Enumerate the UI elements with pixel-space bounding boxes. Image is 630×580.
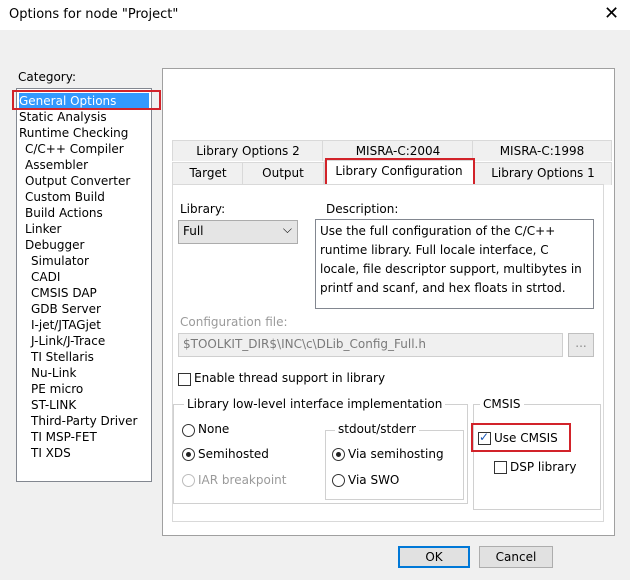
chevron-down-icon: ⌵ — [282, 222, 292, 236]
category-item-assembler[interactable]: Assembler — [25, 157, 88, 173]
category-item-third-party-driver[interactable]: Third-Party Driver — [31, 413, 137, 429]
config-file-label: Configuration file: — [180, 315, 288, 329]
category-item-cadi[interactable]: CADI — [31, 269, 60, 285]
library-label: Library: — [180, 202, 226, 216]
cmsis-legend: CMSIS — [480, 397, 524, 411]
highlight-use-cmsis — [471, 423, 571, 452]
ok-button[interactable]: OK — [398, 546, 470, 568]
category-item-i-jet[interactable]: I-jet/JTAGjet — [31, 317, 101, 333]
category-item-output-converter[interactable]: Output Converter — [25, 173, 130, 189]
category-item-pe-micro[interactable]: PE micro — [31, 381, 83, 397]
thread-support-checkbox[interactable] — [178, 373, 191, 386]
radio-via-semihosting-label: Via semihosting — [348, 447, 444, 461]
category-item-ti-msp-fet[interactable]: TI MSP-FET — [31, 429, 97, 445]
category-item-static-analysis[interactable]: Static Analysis — [19, 109, 107, 125]
category-item-cmsis-dap[interactable]: CMSIS DAP — [31, 285, 97, 301]
category-item-custom-build[interactable]: Custom Build — [25, 189, 105, 205]
radio-via-swo-label: Via SWO — [348, 473, 400, 487]
description-box: Use the full configuration of the C/C++ … — [315, 219, 594, 309]
library-select-value: Full — [183, 224, 204, 238]
low-level-interface-legend: Library low-level interface implementati… — [184, 397, 446, 411]
category-item-ti-xds[interactable]: TI XDS — [31, 445, 71, 461]
radio-iar-breakpoint-label: IAR breakpoint — [198, 473, 287, 487]
radio-semihosted[interactable] — [182, 448, 195, 461]
stdout-stderr-legend: stdout/stderr — [335, 422, 419, 436]
category-item-gdb-server[interactable]: GDB Server — [31, 301, 101, 317]
radio-none[interactable] — [182, 424, 195, 437]
browse-button: ... — [568, 333, 594, 357]
window-title: Options for node "Project" — [9, 7, 179, 22]
description-label: Description: — [326, 202, 399, 216]
cmsis-group — [473, 404, 601, 510]
category-item-c-cpp-compiler[interactable]: C/C++ Compiler — [25, 141, 124, 157]
highlight-general-options — [12, 90, 161, 110]
category-item-simulator[interactable]: Simulator — [31, 253, 89, 269]
library-select[interactable]: Full ⌵ — [178, 220, 298, 244]
tab-output[interactable]: Output — [242, 162, 324, 185]
radio-iar-breakpoint — [182, 474, 195, 487]
tab-library-options-1[interactable]: Library Options 1 — [474, 162, 612, 185]
radio-via-semihosting[interactable] — [332, 448, 345, 461]
radio-semihosted-label: Semihosted — [198, 447, 269, 461]
dsp-library-label: DSP library — [510, 460, 577, 474]
description-text: Use the full configuration of the C/C++ … — [320, 224, 582, 295]
config-file-value: $TOOLKIT_DIR$\INC\c\DLib_Config_Full.h — [183, 337, 426, 351]
cancel-button[interactable]: Cancel — [479, 546, 553, 568]
radio-via-swo[interactable] — [332, 474, 345, 487]
config-file-field: $TOOLKIT_DIR$\INC\c\DLib_Config_Full.h — [178, 333, 563, 357]
highlight-library-configuration — [325, 158, 475, 186]
category-item-j-link[interactable]: J-Link/J-Trace — [31, 333, 105, 349]
category-item-nu-link[interactable]: Nu-Link — [31, 365, 77, 381]
category-item-build-actions[interactable]: Build Actions — [25, 205, 103, 221]
category-item-runtime-checking[interactable]: Runtime Checking — [19, 125, 128, 141]
category-list[interactable]: General Options Static Analysis Runtime … — [16, 88, 152, 482]
radio-none-label: None — [198, 422, 230, 436]
category-item-ti-stellaris[interactable]: TI Stellaris — [31, 349, 94, 365]
category-item-linker[interactable]: Linker — [25, 221, 61, 237]
stdout-stderr-group — [325, 430, 464, 500]
close-icon[interactable]: ✕ — [604, 3, 619, 24]
dsp-library-checkbox[interactable] — [494, 461, 507, 474]
tab-target[interactable]: Target — [172, 162, 244, 185]
category-item-debugger[interactable]: Debugger — [25, 237, 84, 253]
tab-library-options-2[interactable]: Library Options 2 — [172, 140, 324, 161]
category-item-st-link[interactable]: ST-LINK — [31, 397, 76, 413]
category-label: Category: — [18, 70, 76, 84]
tab-misra-c-1998[interactable]: MISRA-C:1998 — [472, 140, 612, 161]
thread-support-label: Enable thread support in library — [194, 371, 386, 385]
